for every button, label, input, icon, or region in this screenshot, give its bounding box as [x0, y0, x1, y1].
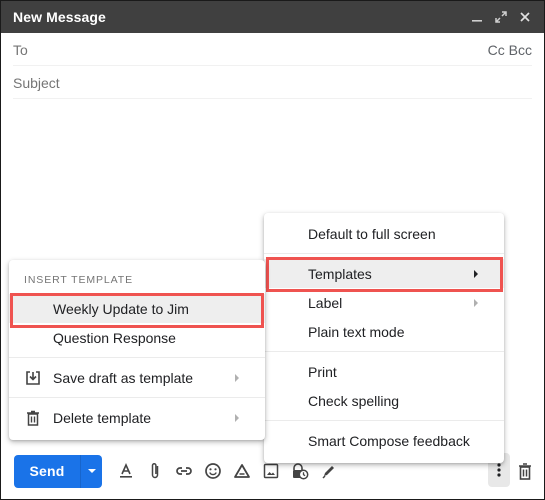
compose-window: New Message To Cc Bcc Subject Send Defau… [1, 1, 544, 499]
menu-item-label: Question Response [53, 329, 176, 346]
menu-divider [264, 420, 504, 421]
expand-icon[interactable] [494, 10, 508, 24]
more-options-menu: Default to full screen Templates Label P… [264, 213, 504, 463]
menu-item-label: Smart Compose feedback [308, 432, 470, 449]
confidential-mode-icon[interactable] [290, 461, 310, 481]
menu-item-plain-text-mode[interactable]: Plain text mode [264, 317, 504, 346]
submenu-arrow-icon [474, 269, 478, 278]
menu-item-label: Check spelling [308, 392, 400, 409]
template-item-weekly-update[interactable]: Weekly Update to Jim [9, 294, 265, 323]
save-template-icon [26, 370, 40, 385]
menu-item-label-submenu[interactable]: Label [264, 288, 504, 317]
menu-item-label: Weekly Update to Jim [53, 300, 189, 317]
menu-item-label: Delete template [53, 409, 152, 426]
minimize-icon[interactable] [470, 10, 484, 24]
subject-field[interactable]: Subject [13, 67, 532, 99]
menu-item-delete-template[interactable]: Delete template [9, 403, 265, 432]
menu-item-check-spelling[interactable]: Check spelling [264, 386, 504, 415]
caret-down-icon [87, 469, 96, 473]
discard-draft-button[interactable] [516, 461, 534, 481]
menu-item-label: Save draft as template [53, 369, 194, 386]
menu-item-label: Label [308, 294, 343, 311]
menu-item-default-full-screen[interactable]: Default to full screen [264, 219, 504, 248]
insert-template-header: INSERT TEMPLATE [24, 274, 133, 286]
subject-input[interactable]: Subject [13, 75, 532, 91]
submenu-arrow-icon [235, 373, 239, 382]
compose-titlebar: New Message [1, 1, 544, 33]
to-field[interactable]: To Cc Bcc [13, 34, 532, 66]
menu-divider [9, 357, 265, 358]
cc-bcc-link[interactable]: Cc Bcc [488, 42, 532, 58]
window-title: New Message [13, 9, 106, 25]
menu-item-save-draft-as-template[interactable]: Save draft as template [9, 363, 265, 392]
insert-link-icon[interactable] [174, 461, 194, 481]
template-item-question-response[interactable]: Question Response [9, 323, 265, 352]
google-drive-icon[interactable] [232, 461, 252, 481]
send-button[interactable]: Send [14, 455, 80, 488]
menu-divider [264, 351, 504, 352]
menu-item-smart-compose-feedback[interactable]: Smart Compose feedback [264, 426, 504, 455]
formatting-options-icon[interactable] [116, 461, 136, 481]
schedule-send-dropdown[interactable] [80, 454, 102, 488]
menu-item-label: Plain text mode [308, 323, 405, 340]
more-vert-icon [497, 463, 501, 477]
close-icon[interactable] [518, 10, 532, 24]
templates-submenu: INSERT TEMPLATE Weekly Update to Jim Que… [9, 260, 265, 440]
submenu-arrow-icon [235, 413, 239, 422]
menu-divider [9, 397, 265, 398]
menu-item-label: Print [308, 363, 337, 380]
menu-divider [264, 253, 504, 254]
signature-icon[interactable] [319, 461, 339, 481]
to-label: To [13, 41, 28, 58]
menu-item-label: Templates [308, 265, 372, 282]
send-button-group: Send [14, 454, 102, 488]
trash-icon [27, 410, 39, 426]
menu-item-print[interactable]: Print [264, 357, 504, 386]
trash-icon [519, 462, 531, 480]
menu-item-label: Default to full screen [308, 225, 436, 242]
menu-item-templates[interactable]: Templates [264, 259, 504, 288]
submenu-arrow-icon [474, 298, 478, 307]
insert-emoji-icon[interactable] [203, 461, 223, 481]
attach-file-icon[interactable] [145, 461, 165, 481]
insert-photo-icon[interactable] [261, 461, 281, 481]
